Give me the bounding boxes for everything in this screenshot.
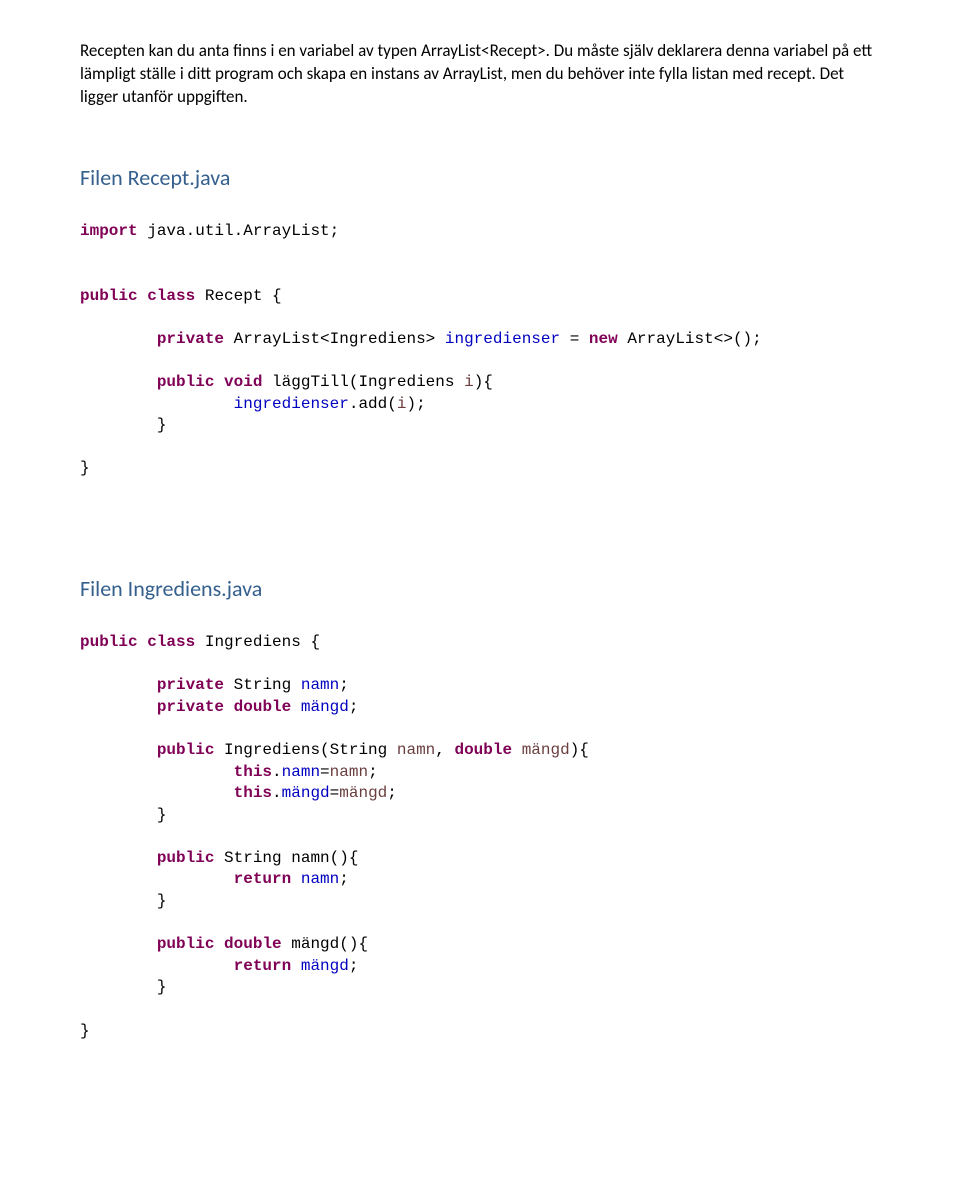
close: ); <box>406 395 425 413</box>
kw-private: private <box>157 330 224 348</box>
semicolon: ; <box>339 676 349 694</box>
method: mängd(){ <box>282 935 368 953</box>
field-mangd: mängd <box>282 784 330 802</box>
kw-this: this <box>234 784 272 802</box>
ingrediens-code: public class Ingrediens { private String… <box>80 632 880 1042</box>
semicolon: ; <box>339 870 349 888</box>
kw-public: public <box>80 287 138 305</box>
field-namn: namn <box>282 763 320 781</box>
kw-double: double <box>224 935 282 953</box>
type: String <box>224 676 301 694</box>
call: .add( <box>349 395 397 413</box>
semicolon: ; <box>349 698 359 716</box>
brace: } <box>157 892 167 910</box>
var-namn: namn <box>330 763 368 781</box>
type: ArrayList<Ingrediens> <box>224 330 445 348</box>
ingrediens-heading: Filen Ingrediens.java <box>80 575 880 602</box>
kw-public: public <box>157 373 215 391</box>
kw-public: public <box>157 741 215 759</box>
brace: } <box>157 978 167 996</box>
field-namn: namn <box>301 870 339 888</box>
ctor: ArrayList<>(); <box>618 330 762 348</box>
recept-code: import java.util.ArrayList; public class… <box>80 221 880 480</box>
kw-this: this <box>234 763 272 781</box>
kw-import: import <box>80 222 138 240</box>
field-ingredienser: ingredienser <box>445 330 560 348</box>
var-mangd: mängd <box>522 741 570 759</box>
brace: } <box>157 416 167 434</box>
brace: } <box>80 459 90 477</box>
eq: = <box>560 330 589 348</box>
comma: , <box>435 741 454 759</box>
field-namn: namn <box>301 676 339 694</box>
method: läggTill(Ingrediens <box>262 373 464 391</box>
kw-double: double <box>234 698 292 716</box>
semicolon: ; <box>368 763 378 781</box>
kw-public: public <box>80 633 138 651</box>
brace: } <box>80 1022 90 1040</box>
kw-double: double <box>454 741 512 759</box>
kw-class: class <box>147 633 195 651</box>
kw-return: return <box>234 870 292 888</box>
kw-private: private <box>157 698 224 716</box>
import-rest: java.util.ArrayList; <box>138 222 340 240</box>
kw-return: return <box>234 957 292 975</box>
ctor: Ingrediens(String <box>214 741 396 759</box>
paren: ){ <box>570 741 589 759</box>
kw-public: public <box>157 935 215 953</box>
kw-public: public <box>157 849 215 867</box>
var-namn: namn <box>397 741 435 759</box>
semicolon: ; <box>387 784 397 802</box>
paren: ){ <box>474 373 493 391</box>
var-i: i <box>464 373 474 391</box>
field-ingredienser: ingredienser <box>234 395 349 413</box>
recept-heading: Filen Recept.java <box>80 164 880 191</box>
semicolon: ; <box>349 957 359 975</box>
eq: = <box>330 784 340 802</box>
class-name: Recept { <box>195 287 281 305</box>
field-mangd: mängd <box>301 698 349 716</box>
kw-new: new <box>589 330 618 348</box>
brace: } <box>157 806 167 824</box>
var-mangd: mängd <box>339 784 387 802</box>
dot: . <box>272 763 282 781</box>
eq: = <box>320 763 330 781</box>
kw-void: void <box>224 373 262 391</box>
kw-class: class <box>147 287 195 305</box>
dot: . <box>272 784 282 802</box>
space <box>512 741 522 759</box>
class-name: Ingrediens { <box>195 633 320 651</box>
kw-private: private <box>157 676 224 694</box>
intro-paragraph: Recepten kan du anta finns i en variabel… <box>80 40 880 109</box>
method: String namn(){ <box>214 849 358 867</box>
field-mangd: mängd <box>301 957 349 975</box>
